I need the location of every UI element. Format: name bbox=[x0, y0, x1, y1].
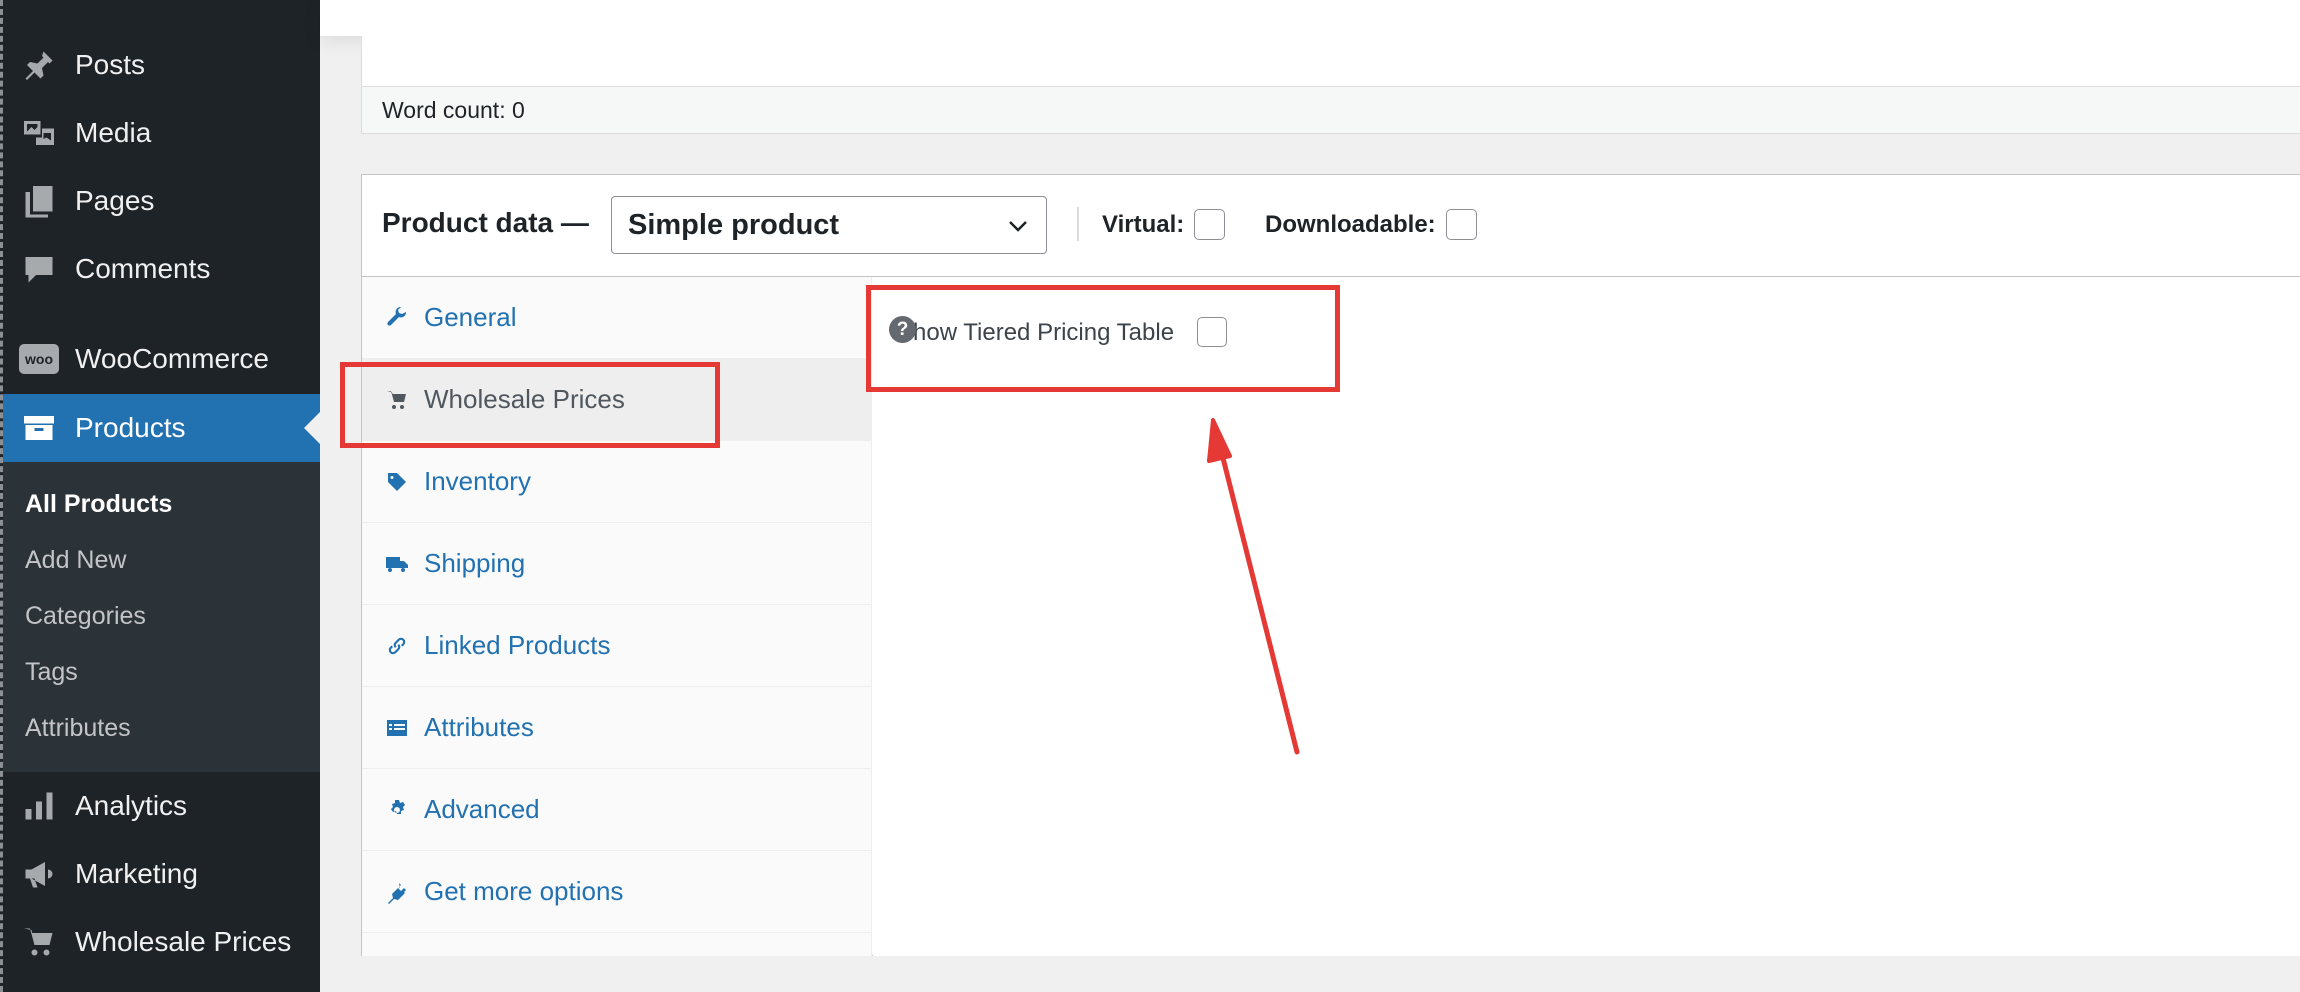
sidebar-item-label: Products bbox=[75, 412, 186, 443]
product-data-header: Product data — Simple product Virtual: D… bbox=[362, 175, 2300, 277]
tab-label: General bbox=[424, 302, 517, 332]
sidebar-item-marketing[interactable]: Marketing bbox=[3, 840, 320, 908]
virtual-label: Virtual: bbox=[1102, 211, 1185, 238]
megaphone-icon bbox=[3, 840, 75, 908]
sidebar-item-label: Wholesale Prices bbox=[75, 926, 292, 957]
submenu-add-new[interactable]: Add New bbox=[25, 546, 126, 575]
comment-icon bbox=[3, 235, 75, 303]
tab-shipping[interactable]: Shipping bbox=[362, 523, 871, 605]
archive-icon bbox=[3, 394, 75, 462]
pin-icon bbox=[3, 31, 75, 99]
product-data-title: Product data — bbox=[382, 207, 589, 238]
truck-icon bbox=[362, 552, 424, 576]
tab-label: Advanced bbox=[424, 794, 540, 824]
tab-get-more-options[interactable]: Get more options bbox=[362, 851, 871, 933]
tab-general[interactable]: General bbox=[362, 277, 871, 359]
admin-sidebar: Posts Media Pages Comments woo WooCommer… bbox=[0, 0, 320, 992]
sidebar-item-label: Posts bbox=[75, 49, 146, 80]
product-type-select[interactable]: Simple product bbox=[611, 196, 1047, 254]
help-icon[interactable]: ? bbox=[889, 316, 916, 343]
list-icon bbox=[362, 716, 424, 740]
word-count: Word count: 0 bbox=[382, 96, 525, 123]
word-count-bar: Word count: 0 bbox=[361, 86, 2300, 134]
sidebar-item-products[interactable]: Products bbox=[3, 394, 320, 462]
tab-label: Attributes bbox=[424, 712, 534, 742]
tab-inventory[interactable]: Inventory bbox=[362, 441, 871, 523]
tab-label: Shipping bbox=[424, 548, 526, 578]
downloadable-label: Downloadable: bbox=[1265, 211, 1436, 238]
sidebar-item-label: Media bbox=[75, 117, 152, 148]
wrench-icon bbox=[362, 306, 424, 330]
sidebar-item-analytics[interactable]: Analytics bbox=[3, 772, 320, 840]
tab-advanced[interactable]: Advanced bbox=[362, 769, 871, 851]
downloadable-checkbox[interactable] bbox=[1446, 209, 1477, 240]
products-submenu: All Products Add New Categories Tags Att… bbox=[3, 462, 320, 772]
gear-icon bbox=[362, 798, 424, 822]
editor-content-area[interactable] bbox=[361, 36, 2300, 86]
cart-icon bbox=[3, 908, 75, 976]
sidebar-item-media[interactable]: Media bbox=[3, 99, 320, 167]
media-icon bbox=[3, 99, 75, 167]
tab-linked-products[interactable]: Linked Products bbox=[362, 605, 871, 687]
woo-icon: woo bbox=[3, 325, 75, 393]
editor-toolbar-area bbox=[320, 0, 2300, 36]
tab-label: Inventory bbox=[424, 466, 531, 496]
sidebar-item-woocommerce[interactable]: woo WooCommerce bbox=[3, 325, 320, 393]
bar-chart-icon bbox=[3, 772, 75, 840]
tab-label: Wholesale Prices bbox=[424, 384, 625, 414]
chevron-down-icon bbox=[1009, 221, 1027, 232]
link-icon bbox=[362, 634, 424, 658]
product-data-tabs: General Wholesale Prices Inventory Shipp… bbox=[362, 277, 872, 956]
sidebar-item-wholesale-prices[interactable]: Wholesale Prices bbox=[3, 908, 320, 976]
tab-label: Linked Products bbox=[424, 630, 611, 660]
sidebar-item-label: Analytics bbox=[75, 790, 188, 821]
product-type-value: Simple product bbox=[628, 208, 840, 241]
tab-wholesale-prices[interactable]: Wholesale Prices bbox=[362, 359, 871, 441]
product-data-metabox: Product data — Simple product Virtual: D… bbox=[361, 174, 2300, 956]
tab-label: Get more options bbox=[424, 876, 624, 906]
sidebar-item-comments[interactable]: Comments bbox=[3, 235, 320, 303]
submenu-categories[interactable]: Categories bbox=[25, 602, 146, 631]
show-tiered-pricing-checkbox[interactable] bbox=[1197, 317, 1227, 347]
show-tiered-pricing-label: Show Tiered Pricing Table bbox=[897, 319, 1175, 346]
tab-attributes[interactable]: Attributes bbox=[362, 687, 871, 769]
cart-icon bbox=[362, 388, 424, 412]
header-divider bbox=[1077, 207, 1079, 241]
submenu-attributes[interactable]: Attributes bbox=[25, 714, 131, 743]
sidebar-item-label: Comments bbox=[75, 253, 211, 284]
wholesale-prices-panel: Show Tiered Pricing Table bbox=[873, 277, 2300, 956]
tag-icon bbox=[362, 470, 424, 494]
submenu-all-products[interactable]: All Products bbox=[25, 490, 172, 519]
virtual-checkbox[interactable] bbox=[1194, 209, 1225, 240]
sidebar-item-label: WooCommerce bbox=[75, 343, 269, 374]
pages-icon bbox=[3, 167, 75, 235]
sidebar-item-pages[interactable]: Pages bbox=[3, 167, 320, 235]
submenu-tags[interactable]: Tags bbox=[25, 658, 78, 687]
sidebar-item-label: Pages bbox=[75, 185, 155, 216]
plugin-icon bbox=[362, 880, 424, 904]
sidebar-item-label: Marketing bbox=[75, 858, 198, 889]
sidebar-item-posts[interactable]: Posts bbox=[3, 31, 320, 99]
